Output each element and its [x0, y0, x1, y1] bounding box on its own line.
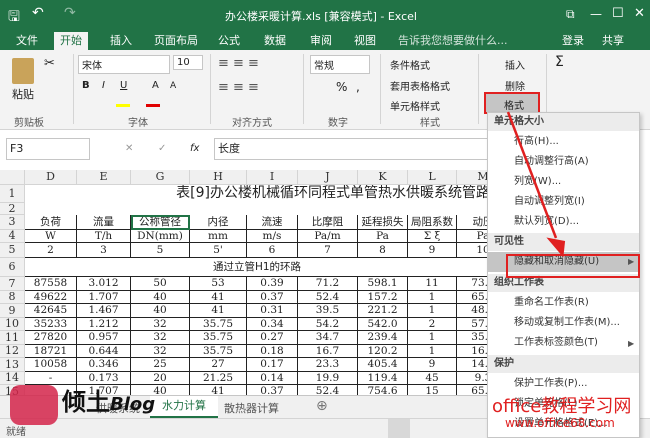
office-watermark: office教程学习网: [492, 396, 632, 417]
red-arrow-icon: [506, 111, 566, 258]
office-url-watermark: www.office68.com: [505, 416, 615, 430]
